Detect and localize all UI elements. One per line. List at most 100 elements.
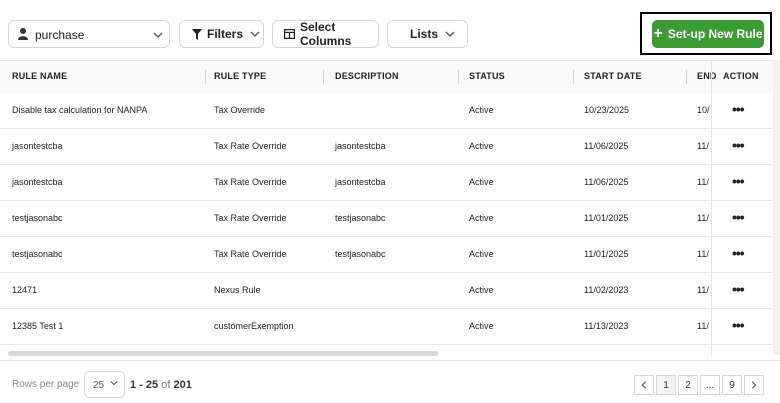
cell-description: jasontestcba	[335, 177, 386, 187]
column-divider[interactable]	[205, 70, 206, 84]
more-actions-icon[interactable]: •••	[732, 137, 745, 153]
header-description[interactable]: DESCRIPTION	[335, 71, 399, 81]
cell-end-date: 11/	[697, 321, 709, 331]
header-rule-type[interactable]: RULE TYPE	[214, 71, 266, 81]
table-header: RULE NAME RULE TYPE DESCRIPTION STATUS S…	[0, 61, 773, 94]
cell-status: Active	[469, 177, 494, 187]
cell-rule-type: customerExemption	[214, 321, 294, 331]
cell-status: Active	[469, 249, 494, 259]
cell-rule-name: 12385 Test 1	[12, 321, 64, 331]
user-icon	[17, 27, 29, 44]
cell-rule-type: Tax Rate Override	[214, 213, 287, 223]
chevron-left-icon	[641, 381, 646, 389]
cell-rule-type: Tax Override	[214, 105, 266, 115]
table-row[interactable]: Disable tax calculation for NANPA Tax Ov…	[0, 93, 773, 130]
more-actions-icon[interactable]: •••	[732, 245, 745, 261]
cell-rule-name: Disable tax calculation for NANPA	[12, 105, 148, 115]
pagination-footer: Rows per page 25 1 - 25 of 201 1 2 ... 9	[0, 360, 780, 403]
cell-description: jasontestcba	[335, 141, 386, 151]
cell-start-date: 11/01/2025	[584, 249, 629, 259]
cell-status: Active	[469, 213, 494, 223]
header-status[interactable]: STATUS	[469, 71, 505, 81]
of-text: of	[161, 379, 171, 391]
rows-per-page-select[interactable]: 25	[84, 371, 125, 398]
more-actions-icon[interactable]: •••	[732, 317, 745, 333]
cell-start-date: 10/23/2025	[584, 105, 630, 115]
cell-start-date: 11/06/2025	[584, 177, 629, 187]
filter-icon	[192, 28, 202, 40]
cell-rule-name: jasontestcba	[12, 141, 63, 151]
cell-end-date: 11/	[697, 285, 709, 295]
total-count: 201	[173, 379, 192, 391]
more-actions-icon[interactable]: •••	[732, 281, 745, 297]
rules-table: RULE NAME RULE TYPE DESCRIPTION STATUS S…	[0, 60, 773, 356]
cell-rule-name: jasontestcba	[12, 177, 63, 187]
cell-start-date: 11/06/2025	[584, 141, 629, 151]
setup-new-rule-label: Set-up New Rule	[667, 27, 763, 41]
table-row[interactable]: jasontestcba Tax Rate Override jasontest…	[0, 165, 773, 202]
filters-button[interactable]: Filters	[179, 20, 264, 48]
cell-rule-name: 12471	[12, 285, 38, 295]
entity-selector[interactable]: purchase	[8, 20, 170, 48]
cell-start-date: 11/02/2023	[584, 285, 629, 295]
table-row[interactable]: jasontestcba Tax Rate Override jasontest…	[0, 129, 773, 166]
select-columns-button[interactable]: Select Columns	[272, 20, 379, 48]
column-divider[interactable]	[323, 70, 324, 84]
cell-end-date: 11/	[697, 177, 709, 187]
cell-start-date: 11/13/2023	[584, 321, 629, 331]
page-button-9[interactable]: 9	[722, 375, 742, 395]
toolbar: purchase Filters Select Columns Lists + …	[0, 0, 780, 60]
entity-selector-value: purchase	[35, 28, 85, 42]
pagination: 1 2 ... 9	[634, 375, 766, 395]
cell-status: Active	[469, 321, 494, 331]
range-text: 1 - 25	[130, 379, 159, 391]
more-actions-icon[interactable]: •••	[732, 101, 745, 117]
page-button-1[interactable]: 1	[656, 375, 676, 395]
cell-end-date: 11/	[697, 141, 709, 151]
column-divider[interactable]	[686, 70, 687, 84]
page-button-2[interactable]: 2	[678, 375, 698, 395]
cell-rule-type: Tax Rate Override	[214, 141, 287, 151]
select-columns-label: Select Columns	[300, 20, 352, 48]
table-row[interactable]: 12385 Test 1 customerExemption Active 11…	[0, 309, 773, 346]
table-row[interactable]: testjasonabc Tax Rate Override testjason…	[0, 237, 773, 274]
lists-label: Lists	[410, 27, 439, 41]
column-divider[interactable]	[458, 70, 459, 84]
next-page-button[interactable]	[744, 375, 764, 395]
vertical-scrollbar[interactable]	[773, 60, 780, 355]
results-range: 1 - 25 of 201	[130, 379, 192, 391]
cell-rule-name: testjasonabc	[12, 249, 63, 259]
cell-end-date: 11/	[697, 249, 709, 259]
chevron-down-icon	[153, 29, 163, 43]
prev-page-button[interactable]	[634, 375, 654, 395]
cell-rule-name: testjasonabc	[12, 213, 63, 223]
cell-rule-type: Tax Rate Override	[214, 249, 287, 259]
lists-button[interactable]: Lists	[387, 20, 468, 48]
more-actions-icon[interactable]: •••	[732, 209, 745, 225]
cell-status: Active	[469, 285, 494, 295]
cell-rule-type: Tax Rate Override	[214, 177, 287, 187]
cell-rule-type: Nexus Rule	[214, 285, 261, 295]
setup-new-rule-button[interactable]: + Set-up New Rule	[652, 20, 764, 48]
chevron-down-icon	[445, 29, 455, 39]
cell-status: Active	[469, 105, 494, 115]
table-row[interactable]: testjasonabc Tax Rate Override testjason…	[0, 201, 773, 238]
filters-label: Filters	[207, 27, 244, 41]
more-actions-icon[interactable]: •••	[732, 173, 745, 189]
cell-start-date: 11/01/2025	[584, 213, 629, 223]
header-start-date[interactable]: START DATE	[584, 71, 642, 81]
plus-icon: +	[653, 25, 663, 42]
chevron-down-icon	[110, 379, 118, 390]
columns-icon	[284, 29, 295, 39]
chevron-right-icon	[752, 381, 757, 389]
column-divider[interactable]	[573, 70, 574, 84]
cell-description: testjasonabc	[335, 213, 386, 223]
horizontal-scrollbar[interactable]	[8, 351, 438, 356]
rows-per-page-label: Rows per page	[12, 379, 80, 390]
table-row[interactable]: 12471 Nexus Rule Active 11/02/2023 11/	[0, 273, 773, 310]
cell-status: Active	[469, 141, 494, 151]
chevron-down-icon	[250, 29, 260, 39]
cell-end-date: 10/	[697, 105, 710, 115]
header-rule-name[interactable]: RULE NAME	[12, 71, 67, 81]
action-column: ••• ••• ••• ••• ••• ••• •••	[711, 61, 773, 356]
